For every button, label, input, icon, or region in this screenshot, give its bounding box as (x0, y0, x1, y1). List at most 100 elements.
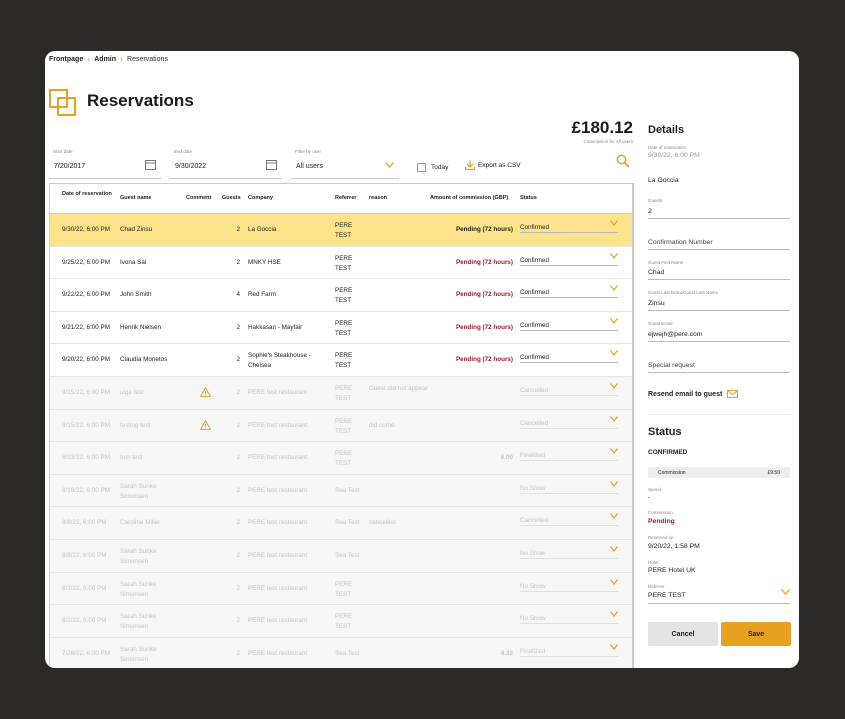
cell-commission: Pending (72 hours) (455, 258, 513, 266)
cell-referrer: Sea Test (335, 551, 360, 559)
resend-email-button[interactable]: Resend email to guest (648, 390, 739, 398)
breadcrumb-admin[interactable]: Admin (94, 56, 116, 63)
confirmation-number-input[interactable]: Confirmation Number (648, 239, 713, 246)
col-referrer[interactable]: Referrer (335, 195, 356, 201)
cell-date: 9/20/22, 6:00 PM (62, 356, 110, 364)
cell-guest-name: tom test (120, 454, 143, 462)
cell-guest-name: Caroline Miller (120, 519, 161, 527)
start-date-field[interactable]: Start date 7/20/2017 (49, 148, 161, 179)
email-input[interactable]: ejwejh@pere.com (648, 331, 703, 338)
status-select[interactable]: No Show (520, 615, 618, 625)
cell-referrer: PERE TEST (335, 222, 353, 239)
chevron-down-icon[interactable] (610, 415, 618, 424)
cell-commission: Pending (72 hours) (455, 323, 513, 331)
cell-date: 8/3/22, 6:00 PM (62, 584, 107, 592)
end-date-field[interactable]: End date 9/30/2022 (170, 148, 282, 179)
chevron-down-icon[interactable] (610, 578, 618, 587)
status-select[interactable]: Cancelled (520, 420, 618, 429)
cell-referrer: PERE TEST (335, 580, 353, 598)
cell-guests: 2 (236, 226, 240, 233)
table-row[interactable]: 9/21/22, 6:00 PM Henrik Nielsen 2 Hakkasan … (50, 312, 633, 345)
col-guests[interactable]: Guests (222, 195, 241, 201)
col-status[interactable]: Status (520, 195, 537, 201)
table-row[interactable]: 8/3/22, 6:00 PM Sarah Sunke Simonsen 2 PERE… (50, 572, 633, 606)
chevron-down-icon[interactable] (610, 285, 618, 293)
table-row[interactable]: 9/15/22, 6:00 PM testing test 2 PERE test r… (50, 409, 633, 443)
calendar-icon[interactable] (145, 159, 156, 170)
status-select[interactable]: Finalized (520, 648, 618, 657)
checkbox-box[interactable] (417, 163, 426, 172)
chevron-down-icon[interactable] (610, 252, 618, 261)
commission-summary: £180.12 Commission for All users (572, 118, 633, 144)
status-select[interactable]: Confirmed (520, 322, 618, 331)
cell-reason: did come (369, 421, 395, 429)
warning-icon[interactable] (199, 419, 212, 432)
last-name-input[interactable]: Zinsu (648, 300, 665, 307)
guests-input[interactable]: 2 (648, 208, 652, 215)
save-button[interactable]: Save (721, 622, 791, 646)
status-title: Status (648, 426, 682, 438)
table-row[interactable]: 8/8/22, 6:00 PM Sarah Sunke Simonsen 2 PERE… (50, 539, 633, 573)
export-csv-button[interactable]: Export as CSV (465, 160, 521, 170)
chevron-down-icon[interactable] (610, 220, 618, 228)
user-filter-select[interactable]: Filter by user All users (291, 148, 399, 179)
breadcrumb: Frontpage › Admin › Reservations (49, 54, 168, 64)
col-company[interactable]: Company (248, 195, 273, 201)
special-request-input[interactable]: Special request (648, 362, 695, 369)
cell-company: La Goccia (248, 226, 277, 233)
breadcrumb-separator-icon: › (87, 54, 91, 64)
search-icon[interactable] (616, 154, 630, 168)
chevron-down-icon[interactable] (610, 448, 618, 456)
chevron-down-icon[interactable] (781, 589, 790, 595)
chevron-down-icon[interactable] (610, 643, 618, 652)
chevron-down-icon[interactable] (610, 546, 618, 554)
cell-guest-name: Henrik Nielsen (120, 323, 161, 331)
table-row[interactable]: 9/22/22, 6:00 PM John Smith 4 Red Farm PERE … (50, 279, 633, 312)
status-select[interactable]: No Show (520, 550, 618, 559)
cancel-button[interactable]: Cancel (648, 622, 718, 646)
status-select[interactable]: Confirmed (520, 224, 618, 233)
table-row[interactable]: 9/15/22, 6:00 PM uiga test 2 PERE test rest… (50, 376, 633, 410)
cell-guests: 2 (236, 649, 240, 657)
table-row[interactable]: 8/23/22, 6:00 PM tom test 2 PERE test resta… (50, 442, 633, 475)
warning-icon[interactable] (199, 386, 212, 399)
table-scrollbar[interactable] (632, 183, 633, 668)
status-select[interactable]: Confirmed (520, 289, 618, 299)
referrer-select[interactable]: PERE TEST (648, 592, 686, 599)
venue-name: La Goccia (648, 177, 679, 184)
first-name-input[interactable]: Chad (648, 269, 664, 276)
status-select[interactable]: Cancelled (520, 517, 618, 527)
chevron-down-icon[interactable] (610, 513, 618, 521)
col-date[interactable]: Date of reservation (62, 190, 112, 199)
export-csv-label: Export as CSV (478, 161, 521, 169)
status-select[interactable]: Confirmed (520, 354, 618, 364)
today-checkbox[interactable]: Today (417, 163, 448, 172)
cell-guest-name: Sarah Sunke Simonsen (120, 547, 157, 565)
status-select[interactable]: Finalized (520, 452, 618, 462)
table-row[interactable]: 8/8/22, 6:00 PM Caroline Miller 2 PERE test… (50, 507, 633, 540)
table-row[interactable]: 9/25/22, 6:00 PM Ivona Sal 2 MNKY HSE PERE T… (50, 247, 633, 280)
table-row[interactable]: 9/30/22, 6:00 PM Chad Zinsu 2 La Goccia PERE… (50, 214, 633, 247)
col-commission[interactable]: Amount of commission (GBP) (430, 195, 508, 201)
cell-date: 9/30/22, 6:00 PM (62, 226, 110, 233)
table-row[interactable]: 8/16/22, 6:00 PM Sarah Sunke Simonsen 2 PER… (50, 474, 633, 508)
col-guest-name[interactable]: Guest name (120, 195, 151, 201)
chevron-down-icon[interactable] (610, 480, 618, 489)
status-select[interactable]: No Show (520, 485, 618, 494)
breadcrumb-frontpage[interactable]: Frontpage (49, 56, 83, 63)
calendar-icon[interactable] (266, 159, 277, 170)
chevron-down-icon[interactable] (610, 350, 618, 358)
table-row[interactable]: 9/20/22, 6:00 PM Claudia Monetos 2 Sophie's… (50, 344, 633, 377)
chevron-down-icon[interactable] (610, 611, 618, 619)
page-title: Reservations (87, 91, 194, 110)
col-reason[interactable]: reason (369, 195, 387, 201)
chevron-down-icon[interactable] (610, 383, 618, 391)
table-row[interactable]: 8/2/22, 6:00 PM Sarah Sunke Simonsen 2 PERE… (50, 605, 633, 638)
status-select[interactable]: Cancelled (520, 387, 618, 396)
chevron-down-icon[interactable] (610, 317, 618, 326)
status-select[interactable]: Confirmed (520, 257, 618, 266)
status-select[interactable]: No Show (520, 583, 618, 592)
cell-referrer: PERE TEST (335, 287, 353, 305)
col-comment[interactable]: Comment (186, 195, 211, 201)
table-row[interactable]: 7/26/22, 6:00 PM Sarah Sunke Simonsen 2 PER… (50, 637, 633, 668)
